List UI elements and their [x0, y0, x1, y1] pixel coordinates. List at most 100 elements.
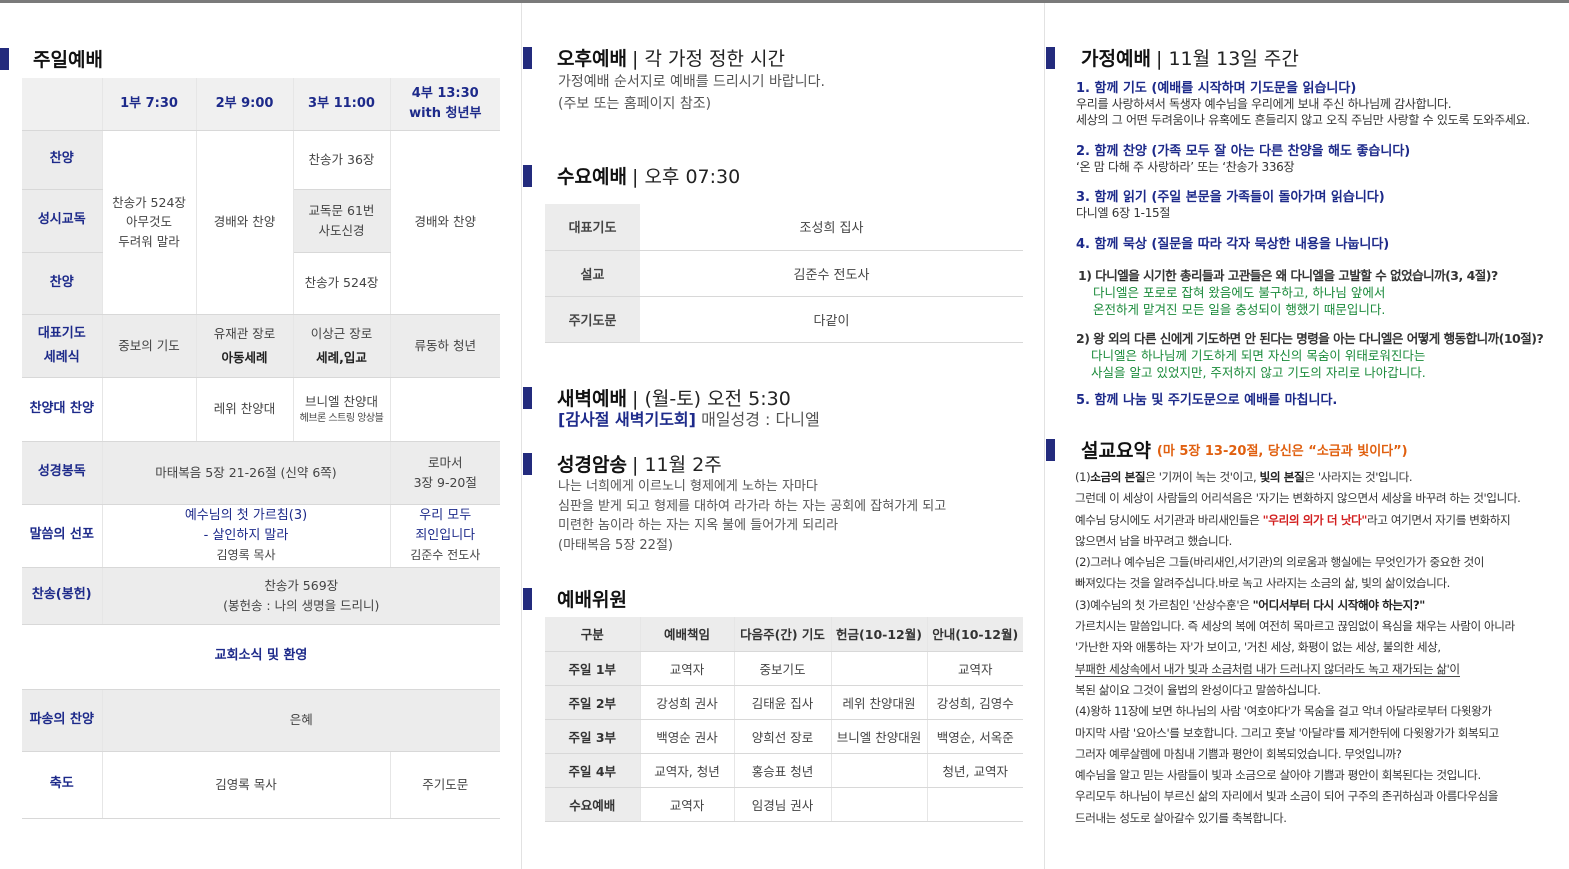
sermon-line: 빠져있다는 것을 알려주십니다.바로 녹고 사라지는 소금의 삶, 빛의 삶이었… [1075, 576, 1450, 591]
table-cell [831, 651, 928, 686]
family-step-3: 3. 함께 읽기 (주일 본문을 가족들이 돌아가며 읽습니다) 다니엘 6장 … [1076, 186, 1385, 221]
table-row: 축도 김영록 목사 주기도문 [22, 751, 500, 819]
sermon-summary-text: (1)소금의 본질은 '기꺼이 녹는 것'이고, 빛의 본질은 '사라지는 것'… [1075, 467, 1565, 829]
header-service-2: 2부 9:00 [196, 78, 294, 131]
sunday-worship-header: 주일예배 [0, 45, 103, 72]
header-cell: 헌금(10-12월) [831, 617, 928, 652]
memory-verse-text: 나는 너희에게 이르노니 형제에게 노하는 자마다 심판을 받게 되고 형제를 … [558, 479, 947, 553]
table-row: 성경봉독 마태복음 5장 21-26절 (신약 6쪽) 로마서 3장 9-20절 [22, 441, 500, 505]
table-row: 주일 4부 교역자, 청년 홍승표 청년 청년, 교역자 [545, 753, 1023, 788]
family-worship-column: 가정예배 | 11월 13일 주간 1. 함께 기도 (예배를 시작하며 기도문… [1046, 3, 1569, 869]
sermon-line: 드러내는 성도로 살아갈수 있기를 축복합니다. [1075, 810, 1287, 825]
service3-choir: 브니엘 찬양대 헤브론 스트링 앙상블 [293, 377, 391, 442]
table-cell: 홍승표 청년 [734, 753, 832, 788]
question: 1) 다니엘을 시기한 총리들과 고관들은 왜 다니엘을 고발할 수 없었습니까… [1078, 268, 1498, 283]
section-subtitle: | 11월 2주 [632, 454, 722, 476]
answer: 온전하게 맡겨진 모든 일을 충성되이 행했기 때문입니다. [1093, 302, 1386, 317]
table-header-row: 구분 예배책임 다음주(간) 기도 헌금(10-12월) 안내(10-12월) [545, 617, 1023, 652]
step-heading: 5. 함께 나눔 및 주기도문으로 예배를 마칩니다. [1076, 393, 1338, 408]
blessing-service4: 주기도문 [390, 751, 500, 819]
sunday-service-table: 1부 7:30 2부 9:00 3부 11:00 4부 13:30 with 청년… [22, 78, 500, 819]
table-cell: 임경님 권사 [734, 787, 832, 822]
row-key: 주기도문 [545, 296, 640, 343]
row-label-sending: 파송의 찬양 [22, 689, 103, 752]
section-subtitle: | 11월 13일 주간 [1156, 48, 1299, 70]
sermon-line: 가르치시는 말씀입니다. 즉 세상의 복에 여전히 목마르고 끊임없이 욕심을 … [1075, 619, 1515, 634]
row-label-sermon: 말씀의 선포 [22, 504, 103, 568]
row-key: 대표기도 [545, 204, 640, 251]
answer: 사실을 알고 있었지만, 주저하지 않고 기도의 자리로 나아갑니다. [1091, 365, 1426, 380]
sermon-line: '가난한 자와 애통하는 자'가 보이고, '거친 세상, 화평이 없는 세상,… [1075, 640, 1441, 655]
step-heading: 3. 함께 읽기 (주일 본문을 가족들이 돌아가며 읽습니다) [1076, 190, 1385, 205]
sermon-line: 예수님을 알고 믿는 사람들이 빛과 소금으로 살아야 기쁨과 평안이 회복된다… [1075, 768, 1481, 783]
worship-committee-table: 구분 예배책임 다음주(간) 기도 헌금(10-12월) 안내(10-12월) … [545, 617, 1023, 822]
table-cell [927, 787, 1023, 822]
committee-header: 예배위원 [523, 585, 627, 612]
section-marker [1046, 438, 1055, 461]
family-step-5: 5. 함께 나눔 및 주기도문으로 예배를 마칩니다. [1076, 389, 1337, 408]
sermon-line: 우리모두 하나님이 부르신 삶의 자리에서 빛과 소금이 되어 구주의 존귀하심… [1075, 789, 1498, 804]
service2-order: 경배와 찬양 [196, 130, 294, 315]
section-marker [523, 386, 532, 409]
church-news: 교회소식 및 환영 [22, 624, 500, 690]
sermon-line: (4)왕하 11장에 보면 하나님의 사람 '여호야다'가 목숨을 걸고 악녀 … [1075, 704, 1492, 719]
question: 2) 왕 외의 다른 신에게 기도하면 안 된다는 명령을 아는 다니엘은 어떻… [1076, 331, 1544, 346]
sermon-line: (2)그러나 예수님은 그들(바리새인,서기관)의 의로움과 행실에는 무엇인가… [1075, 555, 1485, 570]
section-title: 주일예배 [33, 49, 103, 71]
table-cell: 김태윤 집사 [734, 685, 832, 720]
sermon-main: 예수님의 첫 가르침(3) - 살인하지 말라 김영록 목사 [102, 504, 391, 568]
row-label-offering: 찬송(봉헌) [22, 567, 103, 625]
table-row: 말씀의 선포 예수님의 첫 가르침(3) - 살인하지 말라 김영록 목사 우리 모… [22, 504, 500, 568]
sermon-line: 예수님 당시에도 서기관과 바리새인들은 "우리의 의가 더 낫다"라고 여기면… [1075, 512, 1511, 527]
row-label: 수요예배 [545, 787, 641, 822]
sermon-line: 그러자 예루살렘에 마침내 기쁨과 평안이 회복되었습니다. 무엇입니까? [1075, 746, 1402, 761]
reading-service4: 로마서 3장 9-20절 [390, 441, 500, 505]
blessing-main: 김영록 목사 [102, 751, 391, 819]
sermon-line: 복된 삶이요 그것이 율법의 완성이다고 말씀하십니다. [1075, 682, 1321, 697]
section-marker [523, 452, 532, 475]
family-step-1: 1. 함께 기도 (예배를 시작하며 기도문을 읽습니다) 우리를 사랑하셔서 … [1076, 77, 1530, 128]
table-header-row: 1부 7:30 2부 9:00 3부 11:00 4부 13:30 with 청년… [22, 78, 500, 131]
service4-choir [390, 377, 500, 442]
dawn-highlight: [감사절 새벽기도회] [558, 410, 696, 429]
offering-main: 찬송가 569장 (봉헌송 : 나의 생명을 드리니) [102, 567, 500, 625]
table-row: 대표기도 조성희 집사 [545, 204, 1023, 251]
afternoon-worship-header: 오후예배 | 각 가정 정한 시간 [523, 44, 785, 71]
section-marker [523, 46, 532, 69]
table-row: 찬양 찬송가 524장 아무것도 두려워 말라 경배와 찬양 찬송가 36장 경배와… [22, 130, 500, 315]
sermon-line: 부패한 세상속에서 내가 빛과 소금처럼 내가 드러나지 않더라도 녹고 재가되… [1075, 661, 1460, 677]
service1-order: 찬송가 524장 아무것도 두려워 말라 [102, 130, 197, 315]
sermon-line: 그런데 이 세상이 사람들의 어리석음은 '자기는 변화하지 않으면서 세상을 … [1075, 491, 1521, 506]
section-subtitle: | (월-토) 오전 5:30 [632, 388, 791, 410]
table-cell: 백영순, 서옥준 [927, 719, 1023, 754]
sunday-worship-column: 주일예배 1부 7:30 2부 9:00 3부 11:00 4부 13:30 wi… [0, 3, 522, 869]
row-label-choir: 찬양대 찬양 [22, 377, 103, 442]
dawn-worship-detail: [감사절 새벽기도회] 매일성경 : 다니엘 [558, 409, 820, 431]
row-label-prayer: 대표기도 세례식 [22, 314, 103, 378]
table-row: 주일 1부 교역자 중보기도 교역자 [545, 651, 1023, 686]
header-cell: 예배책임 [640, 617, 735, 652]
answer: 다니엘은 포로로 잡혀 왔음에도 불구하고, 하나님 앞에서 [1093, 285, 1386, 300]
table-cell: 청년, 교역자 [927, 753, 1023, 788]
row-label-praise-2: 찬양 [22, 252, 103, 315]
table-cell: 백영순 권사 [640, 719, 735, 754]
section-title: 설교요약 [1081, 440, 1151, 462]
answer: 다니엘은 하나님께 기도하게 되면 자신의 목숨이 위태로워진다는 [1091, 348, 1426, 363]
table-row: 파송의 찬양 은혜 [22, 689, 500, 752]
header-service-4: 4부 13:30 with 청년부 [390, 78, 500, 131]
table-row: 수요예배 교역자 임경님 권사 [545, 787, 1023, 822]
table-row: 주기도문 다같이 [545, 296, 1023, 343]
wednesday-worship-table: 대표기도 조성희 집사 설교 김준수 전도사 주기도문 다같이 [545, 204, 1023, 343]
family-step-4: 4. 함께 묵상 (질문을 따라 각자 묵상한 내용을 나눕니다) [1076, 233, 1389, 252]
family-worship-header: 가정예배 | 11월 13일 주간 [1046, 44, 1299, 71]
header-service-3: 3부 11:00 [293, 78, 391, 131]
service2-prayer: 유재관 장로 아동세례 [196, 314, 294, 378]
table-cell: 중보기도 [734, 651, 832, 686]
meditation-q1: 1) 다니엘을 시기한 총리들과 고관들은 왜 다니엘을 고발할 수 없었습니까… [1078, 265, 1498, 318]
row-label: 주일 2부 [545, 685, 641, 720]
sending-main: 은혜 [102, 689, 500, 752]
row-key: 설교 [545, 250, 640, 297]
row-value: 조성희 집사 [640, 204, 1023, 251]
sermon-service4: 우리 모두 죄인입니다 김준수 전도사 [390, 504, 500, 568]
table-cell: 강성희, 김영수 [927, 685, 1023, 720]
